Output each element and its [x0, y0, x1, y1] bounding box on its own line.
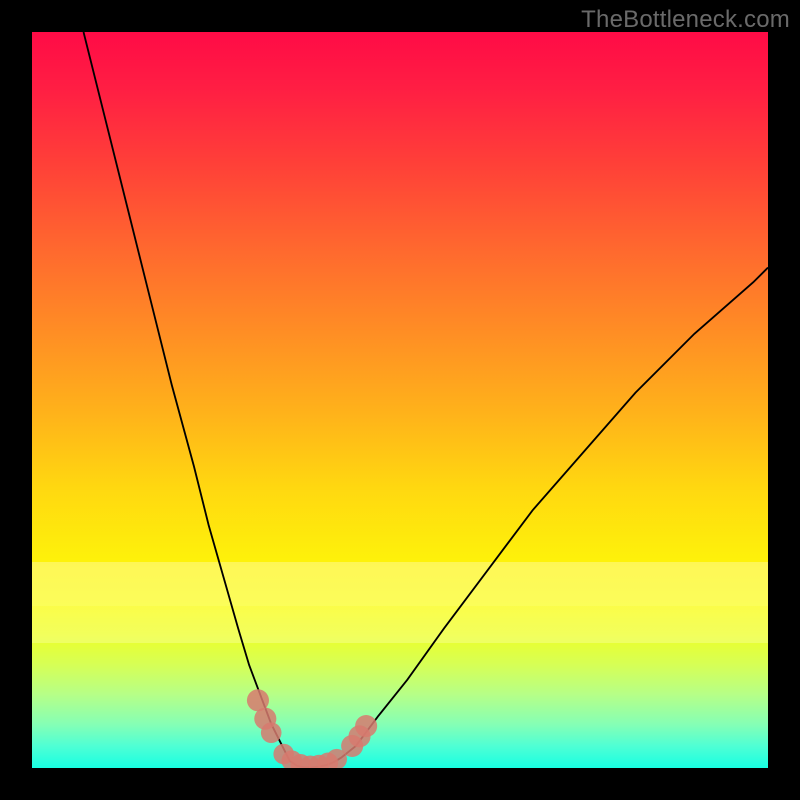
chart-svg [32, 32, 768, 768]
curve-marker [261, 722, 282, 743]
curve-marker [355, 715, 377, 737]
watermark-text: TheBottleneck.com [581, 6, 790, 34]
plot-area [32, 32, 768, 768]
bottleneck-curve [84, 32, 768, 767]
marker-group [247, 689, 377, 768]
